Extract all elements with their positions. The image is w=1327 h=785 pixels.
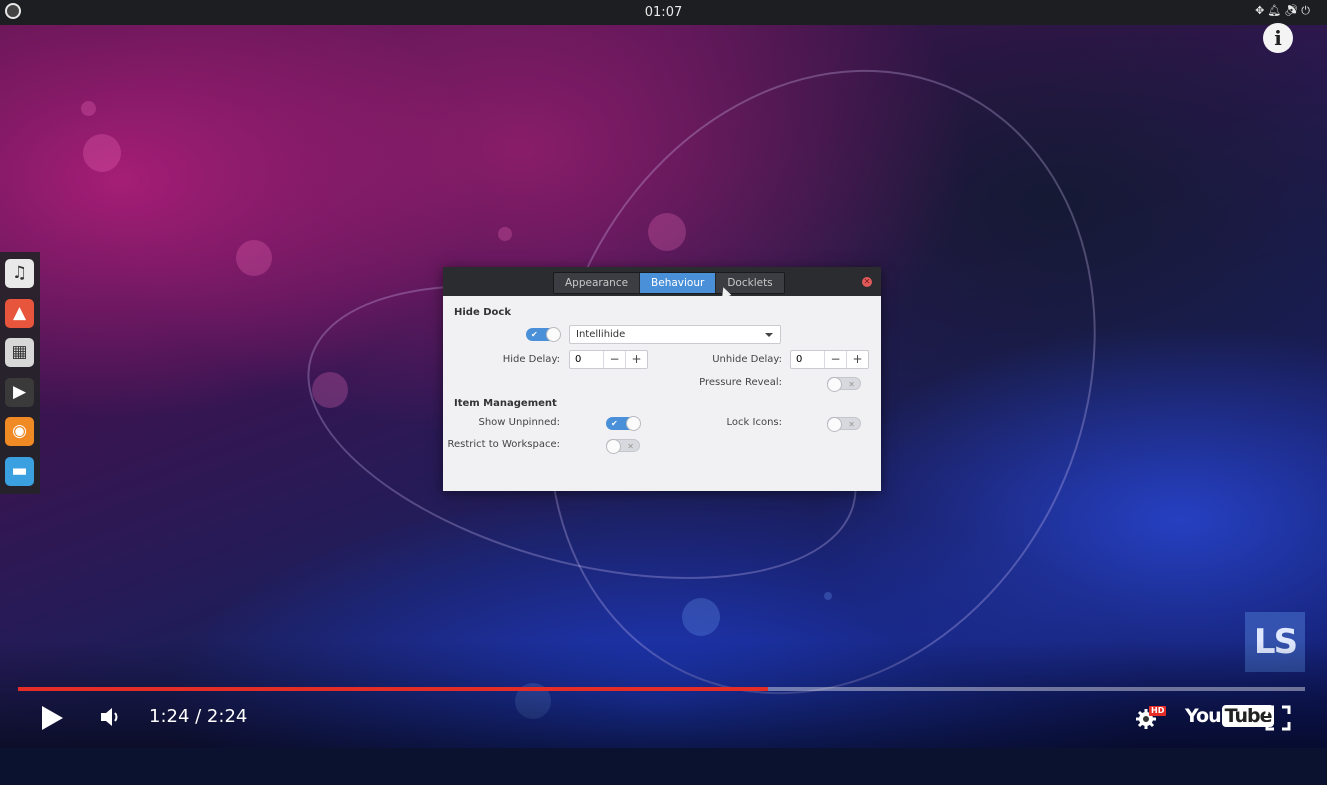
hide-delay-decrement-button[interactable]: − [603,351,625,368]
youtube-logo[interactable]: You Tube [1185,705,1275,727]
show-unpinned-label: Show Unpinned: [478,417,561,428]
toggle-knob [827,377,842,392]
music-icon[interactable]: ♫ [5,259,34,288]
bokeh [498,227,512,241]
panel-clock[interactable]: 01:07 [0,5,1327,20]
cross-icon: ✕ [848,380,855,389]
item-management-heading: Item Management [454,398,557,409]
pressure-reveal-toggle[interactable]: ✕ [827,377,861,392]
system-tray[interactable]: ✥🔔︎🔊︎⏻ [1255,4,1313,18]
unhide-delay-label: Unhide Delay: [712,354,782,365]
power-icon[interactable]: ⏻ [1301,4,1313,17]
tab-behaviour[interactable]: Behaviour [640,273,717,293]
unhide-delay-value[interactable]: 0 [796,354,802,365]
hide-delay-spinner[interactable]: 0 − + [569,350,648,369]
bokeh [81,101,96,116]
progress-bar-played [18,687,769,691]
play-icon[interactable] [42,706,63,730]
unhide-delay-increment-button[interactable]: + [846,351,868,368]
info-icon[interactable]: i [1263,23,1293,53]
dock: ♫ ▲ ▦ ▶ ◉ ▬ [0,252,40,494]
hide-delay-value[interactable]: 0 [575,354,581,365]
bokeh [236,240,272,276]
volume-icon[interactable]: 🔊︎ [1284,4,1301,17]
dock-preferences-dialog: Appearance Behaviour Docklets ✕ [443,267,881,491]
restrict-workspace-toggle[interactable]: ✕ [606,439,640,454]
hide-dock-heading: Hide Dock [454,307,511,318]
toggle-knob [546,327,561,342]
hide-mode-select[interactable]: Intellihide [569,325,781,344]
toggle-knob [827,417,842,432]
lock-icons-label: Lock Icons: [726,417,782,428]
hd-badge: HD [1149,706,1167,716]
time-display: 1:24 / 2:24 [149,706,248,727]
photos-icon[interactable]: ▲ [5,298,34,328]
tab-bar: Appearance Behaviour Docklets [553,272,785,294]
video-icon[interactable]: ▶ [5,377,34,407]
network-icon[interactable]: ✥ [1255,4,1267,17]
youtube-logo-you: You [1185,705,1222,727]
desktop-icon[interactable]: ▬ [5,456,34,486]
bell-icon[interactable]: 🔔︎ [1267,4,1284,17]
bokeh [83,134,121,172]
player-controls-background [0,640,1327,748]
volume-icon[interactable] [98,704,124,730]
cross-icon: ✕ [848,420,855,429]
top-panel: 01:07 ✥🔔︎🔊︎⏻ [0,0,1327,25]
pressure-reveal-label: Pressure Reveal: [699,377,782,388]
unhide-delay-decrement-button[interactable]: − [824,351,846,368]
toggle-knob [606,439,621,454]
cross-icon: ✕ [627,442,634,451]
calendar-icon[interactable]: ▦ [5,338,34,367]
lock-icons-toggle[interactable]: ✕ [827,417,861,432]
chevron-down-icon [765,333,773,337]
toggle-knob [626,416,641,431]
hide-delay-label: Hide Delay: [502,354,560,365]
firefox-icon[interactable]: ◉ [5,417,34,446]
progress-bar[interactable] [18,687,1305,691]
restrict-workspace-label: Restrict to Workspace: [447,439,560,450]
tab-appearance[interactable]: Appearance [554,273,641,293]
hide-mode-value: Intellihide [576,329,626,340]
check-icon: ✔ [611,419,618,428]
show-unpinned-toggle[interactable]: ✔ [606,416,641,431]
unhide-delay-spinner[interactable]: 0 − + [790,350,869,369]
hide-dock-toggle[interactable]: ✔ [526,327,561,342]
fullscreen-icon[interactable] [1265,705,1291,731]
dialog-header: Appearance Behaviour Docklets ✕ [443,267,881,296]
check-icon: ✔ [531,330,538,339]
close-icon[interactable]: ✕ [862,277,872,287]
hide-delay-increment-button[interactable]: + [625,351,647,368]
